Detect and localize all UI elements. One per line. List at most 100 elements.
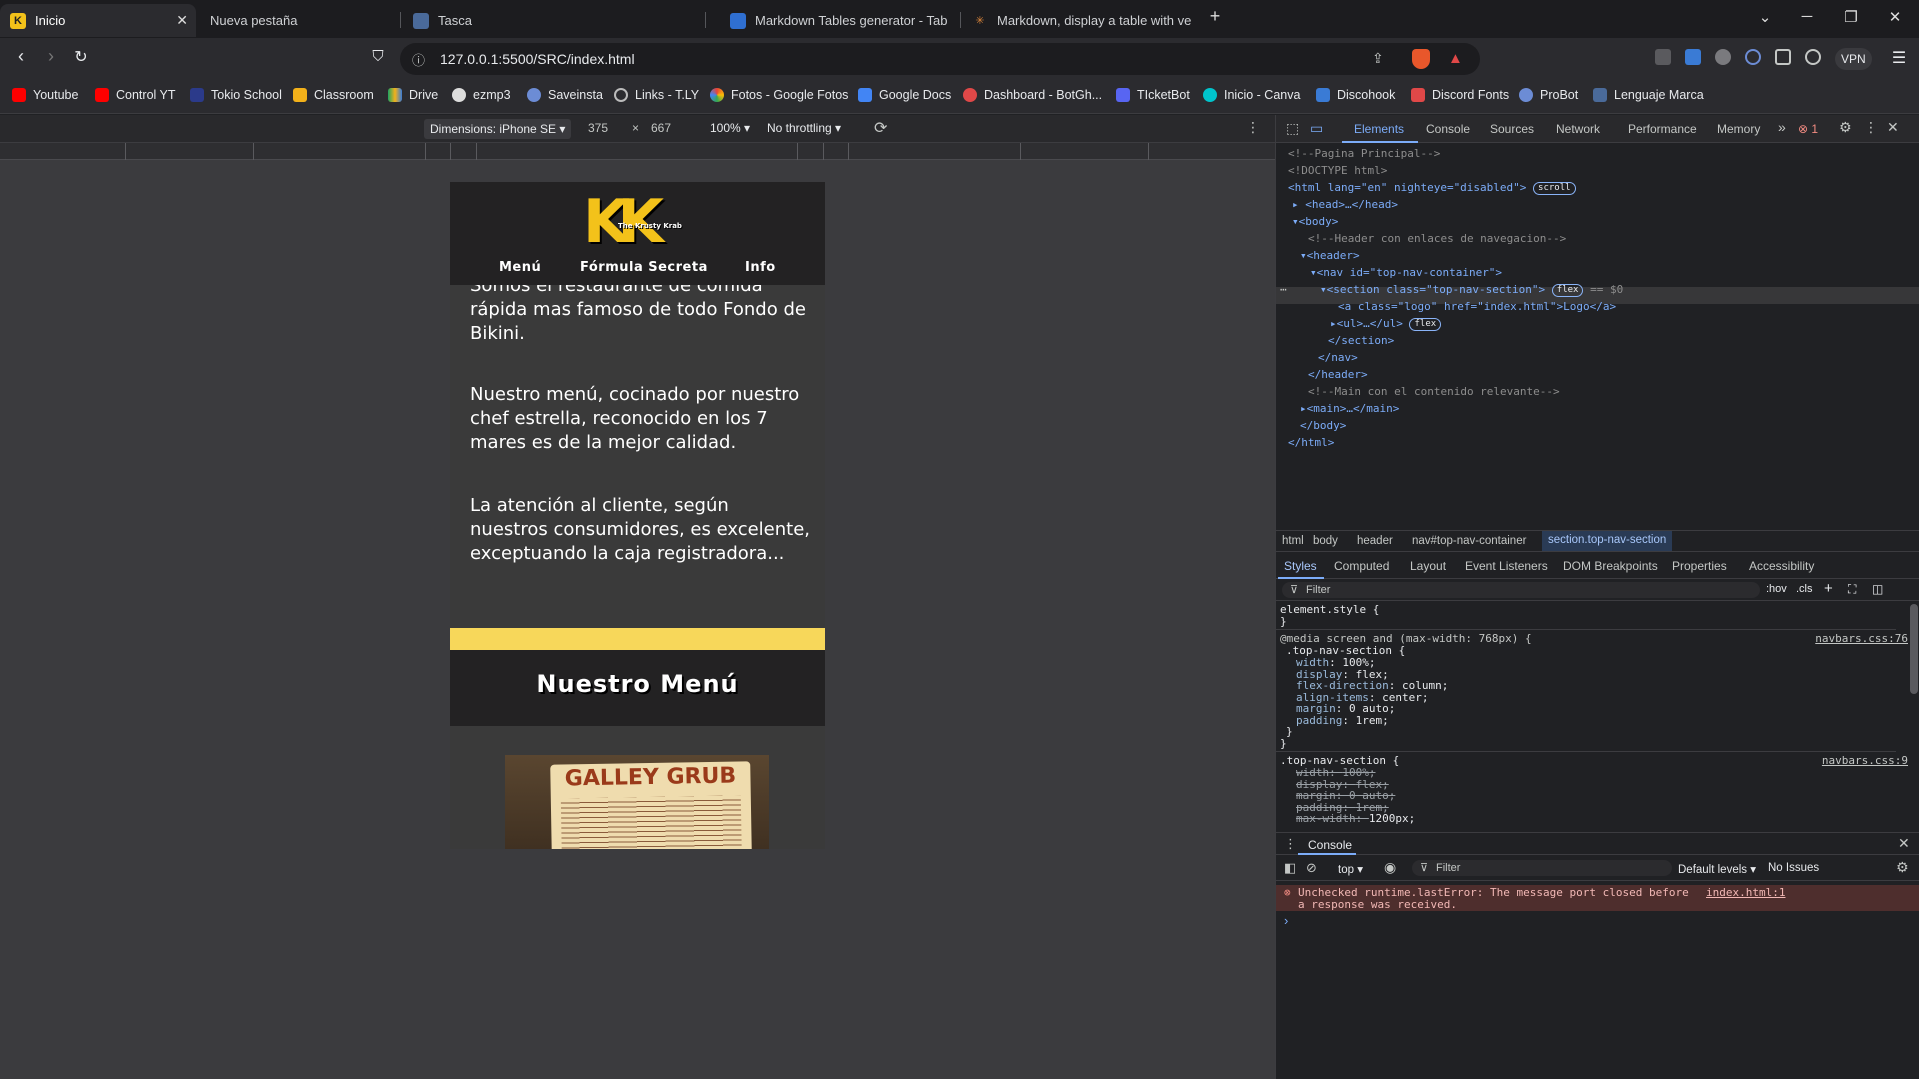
- live-expression-eye-icon[interactable]: ◉: [1384, 859, 1396, 876]
- collapse-arrow-icon[interactable]: ▾: [1292, 215, 1299, 228]
- subtab-computed[interactable]: Computed: [1334, 559, 1389, 573]
- tab-search-chevron-icon[interactable]: ⌄: [1750, 8, 1780, 26]
- dom-line[interactable]: ▸ <head>…</head>: [1292, 196, 1398, 213]
- dom-line[interactable]: ▾<header>: [1300, 247, 1360, 264]
- menu-icon[interactable]: ☰: [1886, 48, 1912, 68]
- dom-line[interactable]: </body>: [1300, 417, 1346, 434]
- bookmark-ezmp3[interactable]: ezmp3: [452, 88, 511, 102]
- console-error-message[interactable]: ⊗ Unchecked runtime.lastError: The messa…: [1276, 885, 1919, 911]
- new-rule-icon[interactable]: +: [1824, 580, 1833, 597]
- bookmark-probot[interactable]: ProBot: [1519, 88, 1578, 102]
- css-declaration[interactable]: padding: 1rem;: [1296, 715, 1389, 727]
- tab-inicio[interactable]: K Inicio ✕: [0, 4, 196, 37]
- bookmark-lenguaje-marca[interactable]: Lenguaje Marca: [1593, 88, 1704, 102]
- rule-selector[interactable]: .top-nav-section {: [1286, 645, 1405, 657]
- zoom-select[interactable]: 100% ▾: [710, 121, 750, 135]
- dom-line[interactable]: <html lang="en" nighteye="disabled"> scr…: [1288, 179, 1576, 196]
- extension-icon[interactable]: [1715, 49, 1731, 65]
- customize-menu-icon[interactable]: ⋮: [1864, 119, 1878, 136]
- flex-badge[interactable]: flex: [1551, 283, 1584, 297]
- brave-rewards-icon[interactable]: ▲: [1448, 50, 1463, 67]
- extension-icon[interactable]: [1655, 49, 1671, 65]
- bookmark-classroom[interactable]: Classroom: [293, 88, 374, 102]
- source-link[interactable]: navbars.css:9: [1822, 755, 1908, 767]
- bookmark-google-docs[interactable]: Google Docs: [858, 88, 951, 102]
- breadcrumb-item[interactable]: nav#top-nav-container: [1412, 535, 1526, 547]
- subtab-accessibility[interactable]: Accessibility: [1749, 559, 1814, 573]
- address-bar[interactable]: ⓘ 127.0.0.1:5500/SRC/index.html ⇪ ▲: [400, 43, 1480, 75]
- dom-line[interactable]: </html>: [1288, 434, 1334, 451]
- clear-console-icon[interactable]: ⊘: [1306, 860, 1317, 876]
- share-icon[interactable]: ⇪: [1372, 50, 1384, 67]
- breadcrumb-item[interactable]: body: [1313, 535, 1338, 547]
- dom-line[interactable]: <!--Main con el contenido relevante-->: [1308, 383, 1560, 400]
- bookmark-ticketbot[interactable]: TIcketBot: [1116, 88, 1190, 102]
- subtab-dom-breakpoints[interactable]: DOM Breakpoints: [1563, 559, 1658, 573]
- reload-icon[interactable]: ↻: [68, 47, 94, 67]
- url-text[interactable]: 127.0.0.1:5500/SRC/index.html: [440, 51, 635, 67]
- expand-arrow-icon[interactable]: ▸: [1300, 402, 1307, 415]
- log-levels-select[interactable]: Default levels ▾: [1678, 862, 1756, 876]
- breadcrumb-item[interactable]: header: [1357, 535, 1393, 547]
- issues-button[interactable]: No Issues: [1768, 862, 1819, 874]
- dom-line[interactable]: </header>: [1308, 366, 1368, 383]
- height-input[interactable]: 667: [651, 121, 671, 135]
- subtab-styles[interactable]: Styles: [1284, 559, 1317, 573]
- bookmark-discohook[interactable]: Discohook: [1316, 88, 1395, 102]
- bookmark-saveinsta[interactable]: Saveinsta: [527, 88, 603, 102]
- console-drawer-tab[interactable]: Console: [1308, 838, 1352, 852]
- styles-filter-input[interactable]: ⊽ Filter: [1282, 582, 1760, 598]
- nav-formula-link[interactable]: Fórmula Secreta: [580, 260, 708, 275]
- nav-info-link[interactable]: Info: [745, 260, 776, 275]
- console-prompt[interactable]: ›: [1284, 913, 1288, 928]
- expand-arrow-icon[interactable]: ▸: [1292, 198, 1299, 211]
- device-select[interactable]: Dimensions: iPhone SE ▾: [424, 119, 572, 139]
- bookmark-discord-fonts[interactable]: Discord Fonts: [1411, 88, 1509, 102]
- tab-elements[interactable]: Elements: [1354, 122, 1404, 136]
- subtab-layout[interactable]: Layout: [1410, 559, 1446, 573]
- close-tab-icon[interactable]: ✕: [176, 12, 188, 29]
- error-counter[interactable]: ⊗ 1: [1798, 122, 1818, 136]
- dom-line[interactable]: <a class="logo" href="index.html">Logo</…: [1338, 298, 1616, 315]
- device-toggle-icon[interactable]: ▭: [1310, 120, 1323, 137]
- console-sidebar-icon[interactable]: ◧: [1284, 860, 1296, 876]
- tab-console[interactable]: Console: [1426, 122, 1470, 136]
- bookmark-links-tly[interactable]: Links - T.LY: [614, 88, 699, 102]
- node-actions-icon[interactable]: ⋯: [1280, 281, 1287, 298]
- bookmark-google-fotos[interactable]: Fotos - Google Fotos: [710, 88, 848, 102]
- inspect-element-icon[interactable]: ⬚: [1286, 120, 1299, 137]
- expand-arrow-icon[interactable]: ▸: [1330, 317, 1337, 330]
- rule-selector[interactable]: .top-nav-section {: [1280, 755, 1399, 767]
- styles-scrollbar[interactable]: [1910, 604, 1918, 694]
- dom-line[interactable]: ▸<ul>…</ul> flex: [1330, 315, 1442, 332]
- cls-button[interactable]: .cls: [1796, 583, 1813, 595]
- back-icon[interactable]: ‹: [8, 46, 34, 67]
- source-link[interactable]: navbars.css:76: [1815, 633, 1908, 645]
- dom-line[interactable]: ▾<body>: [1292, 213, 1338, 230]
- vpn-button[interactable]: VPN: [1835, 48, 1872, 70]
- paint-icon[interactable]: ⛶: [1848, 582, 1856, 597]
- more-options-icon[interactable]: ⋮: [1246, 119, 1260, 136]
- brave-shields-icon[interactable]: [1412, 49, 1430, 69]
- drawer-menu-icon[interactable]: ⋮: [1284, 836, 1297, 852]
- console-settings-gear-icon[interactable]: ⚙: [1896, 859, 1909, 876]
- throttling-select[interactable]: No throttling ▾: [767, 121, 841, 135]
- site-info-icon[interactable]: ⓘ: [412, 50, 425, 69]
- extensions-puzzle-icon[interactable]: [1775, 49, 1791, 65]
- new-tab-button[interactable]: +: [1200, 6, 1230, 27]
- restore-icon[interactable]: ❐: [1836, 8, 1866, 26]
- breadcrumb-item[interactable]: html: [1282, 535, 1304, 547]
- dom-line[interactable]: <!--Pagina Principal-->: [1288, 145, 1440, 162]
- close-drawer-icon[interactable]: ✕: [1898, 835, 1910, 852]
- dom-line[interactable]: ▾<nav id="top-nav-container">: [1310, 264, 1502, 281]
- dom-line[interactable]: ▸<main>…</main>: [1300, 400, 1399, 417]
- dom-line[interactable]: <!--Header con enlaces de navegacion-->: [1308, 230, 1566, 247]
- bookmark-youtube[interactable]: Youtube: [12, 88, 78, 102]
- tab-performance[interactable]: Performance: [1628, 122, 1697, 136]
- flex-badge[interactable]: flex: [1409, 317, 1442, 331]
- tab-sources[interactable]: Sources: [1490, 122, 1534, 136]
- bookmark-icon[interactable]: ⛉: [365, 48, 391, 65]
- collapse-arrow-icon[interactable]: ▾: [1300, 249, 1307, 262]
- settings-gear-icon[interactable]: ⚙: [1839, 119, 1852, 136]
- forward-icon[interactable]: ›: [38, 46, 64, 67]
